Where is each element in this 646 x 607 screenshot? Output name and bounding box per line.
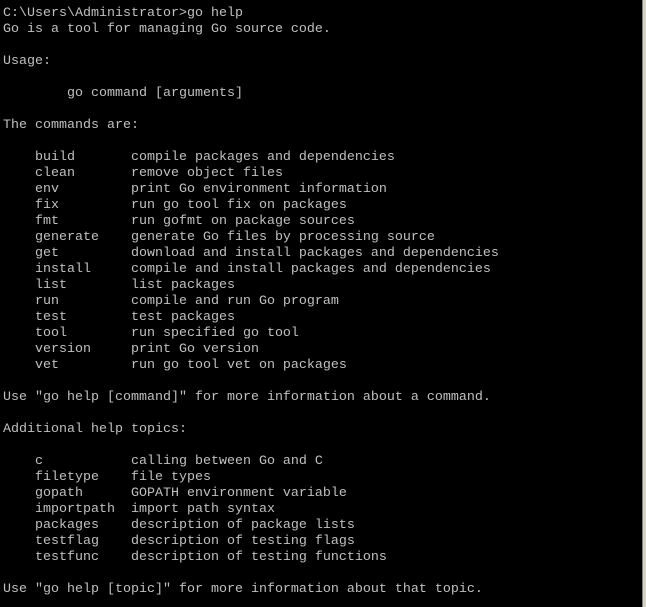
console-line: list list packages <box>3 278 235 293</box>
console-line: clean remove object files <box>3 166 283 181</box>
console-line: C:\Users\Administrator>go help <box>3 6 243 21</box>
console-window[interactable]: C:\Users\Administrator>go help Go is a to… <box>0 0 646 607</box>
console-line: fix run go tool fix on packages <box>3 198 347 213</box>
console-line: The commands are: <box>3 118 139 133</box>
console-line: run compile and run Go program <box>3 294 339 309</box>
console-line: tool run specified go tool <box>3 326 299 341</box>
console-line: version print Go version <box>3 342 259 357</box>
console-line: fmt run gofmt on package sources <box>3 214 355 229</box>
console-line: go command [arguments] <box>3 86 243 101</box>
console-line: Go is a tool for managing Go source code… <box>3 22 331 37</box>
console-line: build compile packages and dependencies <box>3 150 395 165</box>
console-line: vet run go tool vet on packages <box>3 358 347 373</box>
console-output: C:\Users\Administrator>go help Go is a to… <box>3 6 499 598</box>
window-border <box>642 0 646 607</box>
console-line: testfunc description of testing function… <box>3 550 387 565</box>
console-line: Use "go help [topic]" for more informati… <box>3 582 483 597</box>
console-line: Use "go help [command]" for more informa… <box>3 390 491 405</box>
console-line: testflag description of testing flags <box>3 534 355 549</box>
console-line: env print Go environment information <box>3 182 387 197</box>
console-line: Additional help topics: <box>3 422 187 437</box>
console-line: gopath GOPATH environment variable <box>3 486 347 501</box>
console-line: c calling between Go and C <box>3 454 323 469</box>
console-line: packages description of package lists <box>3 518 355 533</box>
console-line: install compile and install packages and… <box>3 262 491 277</box>
console-line: Usage: <box>3 54 51 69</box>
console-line: test test packages <box>3 310 235 325</box>
console-line: filetype file types <box>3 470 211 485</box>
console-line: importpath import path syntax <box>3 502 275 517</box>
console-line: generate generate Go files by processing… <box>3 230 435 245</box>
console-line: get download and install packages and de… <box>3 246 499 261</box>
